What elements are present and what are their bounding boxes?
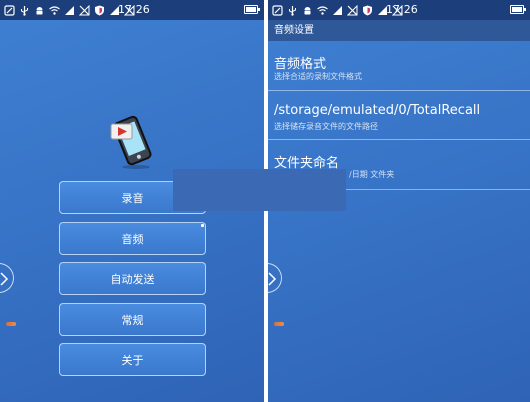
status-time: 17:26 xyxy=(118,3,150,16)
general-button[interactable]: 常规 xyxy=(59,303,206,336)
about-button-label: 关于 xyxy=(121,353,144,367)
auto-send-button-label: 自动发送 xyxy=(110,272,155,286)
audio-button-label: 音频 xyxy=(121,232,144,246)
usb-icon xyxy=(287,5,298,16)
notification-icon xyxy=(4,4,15,16)
auto-send-button[interactable]: 自动发送 xyxy=(59,262,206,295)
setting-title: /storage/emulated/0/TotalRecall xyxy=(274,103,481,118)
setting-subtitle: /日期 文件夹 xyxy=(349,170,395,179)
wifi-icon xyxy=(317,5,328,16)
no-sim-icon xyxy=(347,4,358,16)
shield-icon xyxy=(94,5,105,16)
status-icons xyxy=(4,3,135,17)
notification-icon xyxy=(272,4,283,16)
android-icon xyxy=(302,5,313,16)
setting-audio-format[interactable]: 音频格式 选择合适的录制文件格式 xyxy=(268,41,530,91)
status-bar: 17:26 xyxy=(0,0,264,20)
setting-title: 音频格式 xyxy=(274,57,327,72)
phone-recorder-logo-icon xyxy=(104,112,160,170)
about-button[interactable]: 关于 xyxy=(59,343,206,376)
audio-button[interactable]: 音频 xyxy=(59,222,206,255)
no-sim-icon xyxy=(79,4,90,16)
setting-storage-path[interactable]: /storage/emulated/0/TotalRecall 选择储存录音文件… xyxy=(268,91,530,140)
android-icon xyxy=(34,5,45,16)
general-button-label: 常规 xyxy=(121,313,144,327)
floating-indicator[interactable] xyxy=(274,322,284,326)
page-title: 音频设置 xyxy=(268,20,530,41)
wifi-icon xyxy=(49,5,60,16)
chevron-right-icon xyxy=(0,272,9,286)
setting-subtitle: 选择合适的录制文件格式 xyxy=(274,72,362,81)
shield-icon xyxy=(362,5,373,16)
floating-indicator[interactable] xyxy=(6,322,16,326)
status-icons xyxy=(272,3,403,17)
chevron-right-icon xyxy=(268,272,277,286)
battery-icon xyxy=(510,5,526,14)
overlay-patch xyxy=(173,169,346,211)
status-time: 17:26 xyxy=(386,3,418,16)
signal-icon xyxy=(332,5,343,16)
usb-icon xyxy=(19,5,30,16)
setting-subtitle: 选择储存录音文件的文件路径 xyxy=(274,122,378,131)
status-bar: 17:26 xyxy=(268,0,530,20)
signal-icon xyxy=(64,5,75,16)
battery-icon xyxy=(244,5,260,14)
record-button-label: 录音 xyxy=(121,191,144,205)
